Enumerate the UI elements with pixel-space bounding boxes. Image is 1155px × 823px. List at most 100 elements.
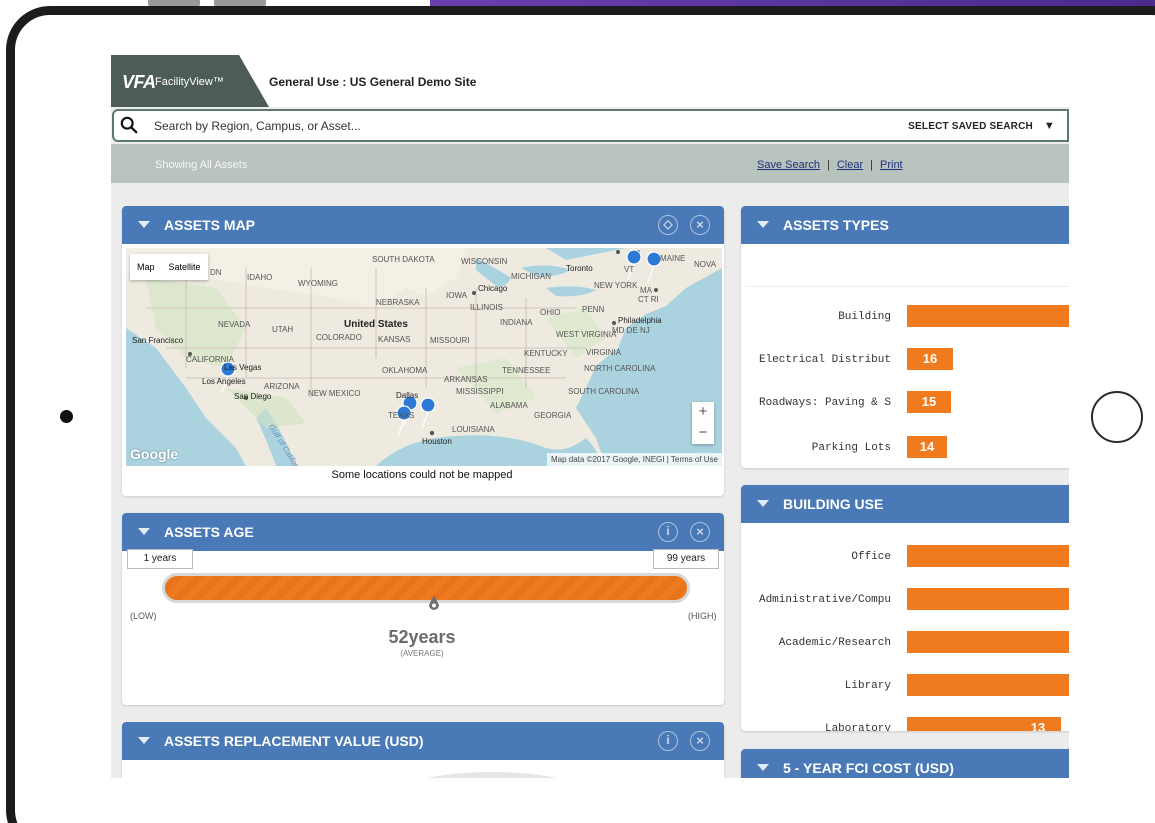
- map-label: OHIO: [540, 308, 560, 317]
- building-use-header[interactable]: BUILDING USE: [741, 485, 1069, 523]
- collapse-caret-icon[interactable]: [757, 500, 769, 507]
- map-label: INDIANA: [500, 318, 533, 327]
- showing-label: Showing All Assets: [155, 159, 248, 171]
- asset-type-value: 16: [922, 351, 938, 366]
- zoom-in-button[interactable]: +: [692, 402, 714, 423]
- map-label: Dallas: [396, 391, 418, 400]
- search-bar: SELECT SAVED SEARCH ▼: [112, 109, 1069, 142]
- map-note: Some locations could not be mapped: [331, 469, 513, 481]
- map-label: IOWA: [446, 291, 468, 300]
- logo[interactable]: VFA FacilityView™: [111, 55, 269, 107]
- map-label: OKLAHOMA: [382, 366, 428, 375]
- building-use-bar[interactable]: [907, 588, 1069, 610]
- map-label: NORTH CAROLINA: [584, 364, 656, 373]
- map-label: DN: [210, 268, 222, 277]
- fci-cost-panel: 5 - YEAR FCI COST (USD): [741, 749, 1069, 778]
- building-use-bar[interactable]: [907, 674, 1069, 696]
- map-label: MAINE: [660, 254, 685, 263]
- map-label: WEST VIRGINIA: [556, 330, 617, 339]
- google-logo: Google: [130, 446, 179, 462]
- zoom-out-button[interactable]: −: [692, 423, 714, 444]
- map-attribution[interactable]: Map data ©2017 Google, INEGI | Terms of …: [546, 453, 722, 466]
- save-search-link[interactable]: Save Search: [757, 159, 820, 171]
- close-icon[interactable]: ×: [690, 731, 710, 751]
- close-icon[interactable]: ×: [690, 522, 710, 542]
- close-icon[interactable]: ×: [690, 215, 710, 235]
- building-use-label: Academic/Research: [778, 637, 891, 649]
- map-type-map[interactable]: Map: [130, 254, 162, 280]
- print-link[interactable]: Print: [880, 159, 903, 171]
- map-label: UTAH: [272, 325, 293, 334]
- building-use-bar[interactable]: [907, 545, 1069, 567]
- app-header: VFA FacilityView™ General Use : US Gener…: [111, 55, 1069, 107]
- building-use-label: Office: [851, 551, 891, 563]
- panel-title: ASSETS REPLACEMENT VALUE (USD): [164, 733, 424, 749]
- map-label: CT RI: [638, 295, 659, 304]
- collapse-caret-icon[interactable]: [138, 221, 150, 228]
- assets-age-header[interactable]: ASSETS AGE i ×: [122, 513, 724, 551]
- filter-bar: Showing All Assets Save Search | Clear | Pri…: [111, 144, 1069, 183]
- map-label: ARKANSAS: [444, 375, 488, 384]
- panel-title: ASSETS AGE: [164, 524, 254, 540]
- asset-type-bar[interactable]: 16: [907, 348, 953, 370]
- map-label: Toronto: [566, 264, 593, 273]
- assets-types-header[interactable]: ASSETS TYPES: [741, 206, 1069, 244]
- map-label: NEW YORK: [594, 281, 638, 290]
- age-high-label: (HIGH): [688, 611, 717, 621]
- map-label: LOUISIANA: [452, 425, 495, 434]
- collapse-caret-icon[interactable]: [757, 221, 769, 228]
- panel-title: 5 - YEAR FCI COST (USD): [783, 760, 954, 776]
- building-use-value: 13: [1030, 720, 1046, 731]
- map-label: WYOMING: [298, 279, 338, 288]
- panel-title: BUILDING USE: [783, 496, 884, 512]
- map-label: MICHIGAN: [511, 272, 551, 281]
- asset-type-bar[interactable]: 15: [907, 391, 951, 413]
- map-label: MISSOURI: [430, 336, 470, 345]
- collapse-caret-icon[interactable]: [757, 764, 769, 771]
- asset-type-bar[interactable]: [907, 305, 1069, 327]
- map-label: ILLINOIS: [470, 303, 503, 312]
- map-label: NOVA: [694, 260, 717, 269]
- map-label: MD DE NJ: [612, 326, 650, 335]
- map-label: GEORGIA: [534, 411, 572, 420]
- map-label: Las Vegas: [224, 363, 261, 372]
- assets-replacement-header[interactable]: ASSETS REPLACEMENT VALUE (USD) i ×: [122, 722, 724, 760]
- select-saved-search-dropdown[interactable]: SELECT SAVED SEARCH ▼: [908, 120, 1055, 132]
- map-label: NEVADA: [218, 320, 251, 329]
- search-icon[interactable]: [120, 116, 138, 134]
- link-separator: |: [826, 159, 830, 171]
- building-use-bar[interactable]: 13: [907, 717, 1061, 731]
- divider: [745, 286, 1069, 287]
- panel-title: ASSETS MAP: [164, 217, 256, 233]
- asset-type-label: Building: [838, 311, 891, 323]
- site-title: General Use : US General Demo Site: [269, 75, 477, 89]
- info-icon[interactable]: i: [658, 731, 678, 751]
- fci-cost-header[interactable]: 5 - YEAR FCI COST (USD): [741, 749, 1069, 778]
- building-use-label: Laboratory: [824, 723, 891, 731]
- front-camera: [60, 410, 73, 423]
- map-label: San Francisco: [132, 336, 184, 345]
- building-use-label: Administrative/Compu: [758, 594, 891, 606]
- map-label: ALABAMA: [490, 401, 528, 410]
- map-label: ARIZONA: [264, 382, 300, 391]
- map-label: SOUTH CAROLINA: [568, 387, 640, 396]
- home-button[interactable]: [1091, 391, 1143, 443]
- map-label: Houston: [422, 437, 452, 446]
- asset-type-bar[interactable]: 14: [907, 436, 947, 458]
- clear-link[interactable]: Clear: [837, 159, 863, 171]
- collapse-caret-icon[interactable]: [138, 737, 150, 744]
- saved-search-label: SELECT SAVED SEARCH: [908, 121, 1033, 132]
- map-label: SOUTH DAKOTA: [372, 255, 435, 264]
- map-label: Philadelphia: [618, 316, 662, 325]
- search-input[interactable]: [154, 117, 714, 135]
- assets-map[interactable]: WISCONSIN MICHIGAN Toronto MAINE NOVA VT…: [126, 248, 722, 466]
- info-icon[interactable]: i: [658, 522, 678, 542]
- building-use-bar[interactable]: [907, 631, 1069, 653]
- map-label: VT: [624, 265, 634, 274]
- filter-links: Save Search | Clear | Print: [757, 159, 903, 171]
- collapse-caret-icon[interactable]: [138, 528, 150, 535]
- settings-icon[interactable]: ◇: [658, 215, 678, 235]
- map-canvas: WISCONSIN MICHIGAN Toronto MAINE NOVA VT…: [126, 248, 722, 466]
- assets-map-header[interactable]: ASSETS MAP ◇ ×: [122, 206, 724, 244]
- map-type-satellite[interactable]: Satellite: [162, 254, 208, 280]
